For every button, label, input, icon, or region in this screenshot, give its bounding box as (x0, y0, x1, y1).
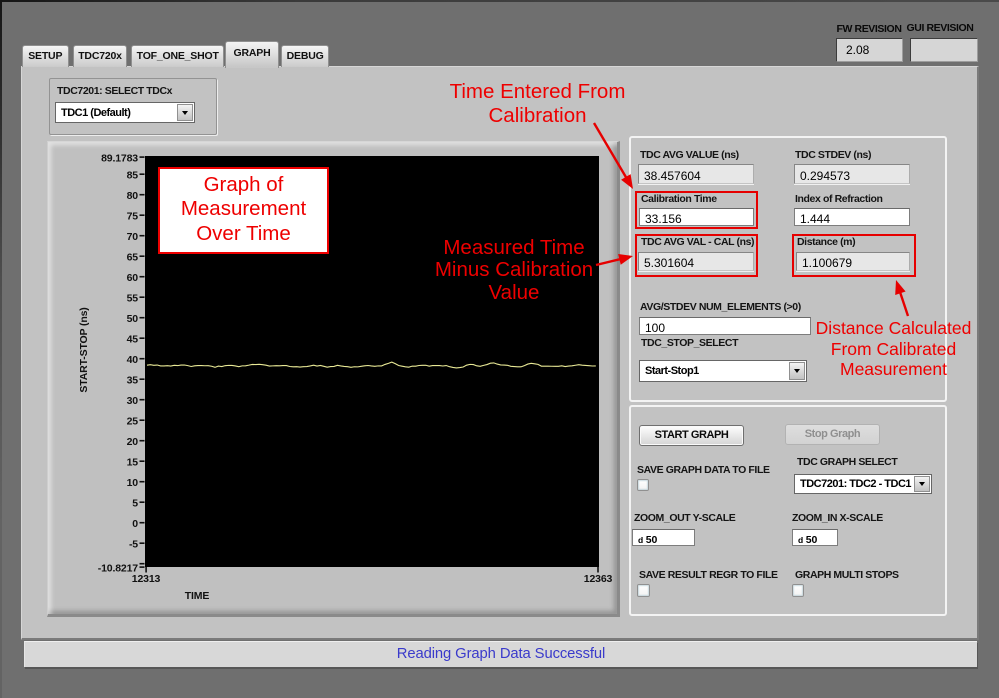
svg-text:20: 20 (127, 436, 139, 448)
svg-text:55: 55 (127, 293, 139, 305)
svg-text:25: 25 (127, 416, 139, 428)
svg-text:START-STOP (ns): START-STOP (ns) (78, 307, 90, 392)
svg-text:45: 45 (127, 334, 139, 346)
svg-text:35: 35 (127, 375, 139, 387)
svg-text:0: 0 (132, 518, 138, 530)
svg-text:40: 40 (127, 354, 139, 366)
svg-text:12313: 12313 (132, 573, 161, 585)
svg-text:80: 80 (127, 190, 139, 202)
svg-text:85: 85 (127, 170, 139, 182)
svg-text:75: 75 (127, 211, 139, 223)
svg-text:50: 50 (127, 313, 139, 325)
svg-text:TIME: TIME (185, 590, 210, 602)
svg-text:5: 5 (132, 498, 138, 510)
svg-text:15: 15 (127, 457, 139, 469)
svg-text:65: 65 (127, 252, 139, 264)
svg-text:30: 30 (127, 395, 139, 407)
svg-text:70: 70 (127, 231, 139, 243)
svg-text:12363: 12363 (584, 573, 613, 585)
svg-text:60: 60 (127, 272, 139, 284)
svg-text:-5: -5 (129, 539, 138, 551)
svg-text:10: 10 (127, 477, 139, 489)
svg-text:89.1783: 89.1783 (101, 153, 138, 165)
